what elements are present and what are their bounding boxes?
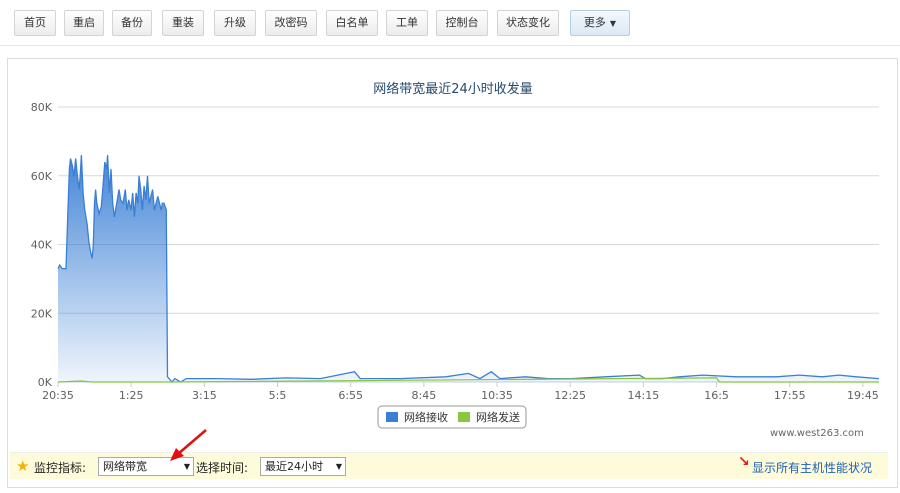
annotation-arrow [170, 429, 207, 461]
legend-label: 网络接收 [404, 410, 448, 424]
toolbar-button-3[interactable]: 重装 [162, 10, 204, 36]
chart-title: 网络带宽最近24小时收发量 [373, 81, 533, 97]
toolbar-button-4[interactable]: 升级 [214, 10, 256, 36]
x-tick-label: 6:55 [338, 389, 363, 402]
x-tick-label: 20:35 [42, 389, 74, 402]
show-all-hosts-link[interactable]: 显示所有主机性能状况 [752, 459, 872, 476]
annotation-arrow-line [177, 429, 207, 455]
x-tick-label: 3:15 [192, 389, 217, 402]
toolbar-button-1[interactable]: 重启 [64, 10, 104, 36]
toolbar-button-0[interactable]: 首页 [14, 10, 56, 36]
dropdown-arrow-icon: ▼ [335, 462, 342, 471]
monitor-select-value: 网络带宽 [103, 460, 147, 473]
legend-swatch [386, 412, 398, 422]
legend-label: 网络发送 [476, 410, 520, 424]
filter-bar: ★ 监控指标: 网络带宽 ▼ 选择时间: 最近24小时 ▼ ↘ 显示所有主机性能… [10, 452, 888, 479]
star-icon: ★ [16, 457, 30, 475]
x-tick-label: 10:35 [481, 389, 513, 402]
y-tick-label: 40K [31, 239, 53, 252]
toolbar-button-9[interactable]: 状态变化 [497, 10, 559, 36]
y-tick-label: 60K [31, 170, 53, 183]
y-tick-label: 0K [38, 376, 53, 389]
x-tick-label: 16:5 [704, 389, 729, 402]
bandwidth-chart: 网络带宽最近24小时收发量 0K 20K 40K 60K 80K 20:35 1:25 3:15… [31, 81, 880, 429]
toolbar-button-7[interactable]: 工单 [386, 10, 428, 36]
more-menu-label: 更多 [583, 16, 606, 29]
monitor-label: 监控指标: [34, 461, 87, 475]
red-arrow-icon: ↘ [738, 454, 750, 470]
x-tick-label: 5:5 [269, 389, 287, 402]
toolbar-button-6[interactable]: 白名单 [326, 10, 378, 36]
toolbar-button-8[interactable]: 控制台 [436, 10, 488, 36]
y-tick-label: 20K [31, 307, 53, 320]
watermark: www.west263.com [770, 428, 864, 439]
toolbar-button-2[interactable]: 备份 [112, 10, 152, 36]
y-tick-label: 80K [31, 101, 53, 114]
chart-panel: 网络带宽最近24小时收发量 0K 20K 40K 60K 80K 20:35 1:25 3:15… [7, 58, 898, 488]
legend-swatch [458, 412, 470, 422]
series-line-receive [57, 155, 880, 383]
x-tick-label: 12:25 [554, 389, 586, 402]
time-select-value: 最近24小时 [265, 460, 323, 473]
more-menu-button[interactable]: 更多 ▼ [570, 10, 630, 36]
series-area-receive [58, 155, 879, 382]
x-tick-label: 1:25 [119, 389, 144, 402]
time-select[interactable]: 最近24小时 ▼ [260, 457, 346, 476]
toolbar: 首页 重启 备份 重装 升级 改密码 白名单 工单 控制台 状态变化 更多 ▼ [0, 0, 900, 46]
x-tick-label: 17:55 [774, 389, 806, 402]
x-tick-label: 19:45 [847, 389, 879, 402]
x-tick-label: 8:45 [412, 389, 437, 402]
caret-down-icon: ▼ [609, 19, 617, 28]
toolbar-button-5[interactable]: 改密码 [265, 10, 317, 36]
x-tick-label: 14:15 [628, 389, 660, 402]
